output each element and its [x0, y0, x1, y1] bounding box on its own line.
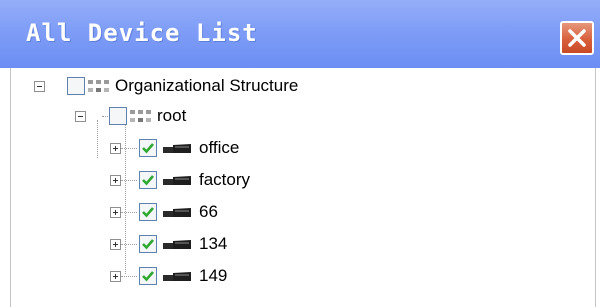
device-label: factory: [199, 170, 251, 189]
checkmark-icon: [142, 207, 154, 218]
expand-icon[interactable]: [110, 143, 121, 154]
organization-icon: [88, 80, 109, 92]
tree-connector: [121, 244, 137, 245]
collapse-icon[interactable]: [34, 81, 45, 92]
device-label: 149: [199, 266, 228, 285]
device-icon: [163, 176, 191, 185]
tree-node-device[interactable]: 149: [11, 262, 311, 290]
device-label: 134: [199, 234, 228, 253]
title-bar[interactable]: All Device List: [0, 0, 600, 68]
device-checkbox[interactable]: [139, 235, 157, 253]
checkbox-organizational-structure[interactable]: [67, 77, 85, 95]
tree-connector: [121, 276, 137, 277]
collapse-icon[interactable]: [75, 111, 86, 122]
organization-icon: [130, 110, 151, 122]
tree-node-root[interactable]: root: [11, 102, 311, 130]
close-button[interactable]: [560, 21, 594, 55]
checkmark-icon: [142, 143, 154, 154]
tree-node-device[interactable]: 66: [11, 198, 311, 226]
checkmark-icon: [142, 175, 154, 186]
checkmark-icon: [142, 239, 154, 250]
device-icon: [163, 144, 191, 153]
expand-icon[interactable]: [110, 271, 121, 282]
tree-connector: [121, 148, 137, 149]
device-tree-panel: Organizational Structure root office fac…: [10, 68, 596, 307]
expand-icon[interactable]: [110, 207, 121, 218]
tree-node-device[interactable]: factory: [11, 166, 311, 194]
tree-node-device[interactable]: office: [11, 134, 311, 162]
expand-icon[interactable]: [110, 175, 121, 186]
device-label: office: [199, 138, 240, 157]
device-checkbox[interactable]: [139, 203, 157, 221]
device-checkbox[interactable]: [139, 267, 157, 285]
tree-connector: [121, 212, 137, 213]
device-icon: [163, 240, 191, 249]
checkbox-root[interactable]: [109, 107, 127, 125]
device-checkbox[interactable]: [139, 139, 157, 157]
window-title: All Device List: [26, 19, 258, 47]
tree-node-organizational-structure[interactable]: Organizational Structure: [11, 72, 411, 100]
device-icon: [163, 272, 191, 281]
close-icon: [568, 29, 586, 47]
device-checkbox[interactable]: [139, 171, 157, 189]
device-list-window: All Device List Organizational Structure: [0, 0, 600, 307]
tree-node-device[interactable]: 134: [11, 230, 311, 258]
expand-icon[interactable]: [110, 239, 121, 250]
device-label: 66: [199, 202, 218, 221]
tree-connector: [121, 180, 137, 181]
tree-node-label: Organizational Structure: [115, 76, 299, 95]
tree-node-label: root: [157, 106, 187, 125]
checkmark-icon: [142, 271, 154, 282]
device-icon: [163, 208, 191, 217]
